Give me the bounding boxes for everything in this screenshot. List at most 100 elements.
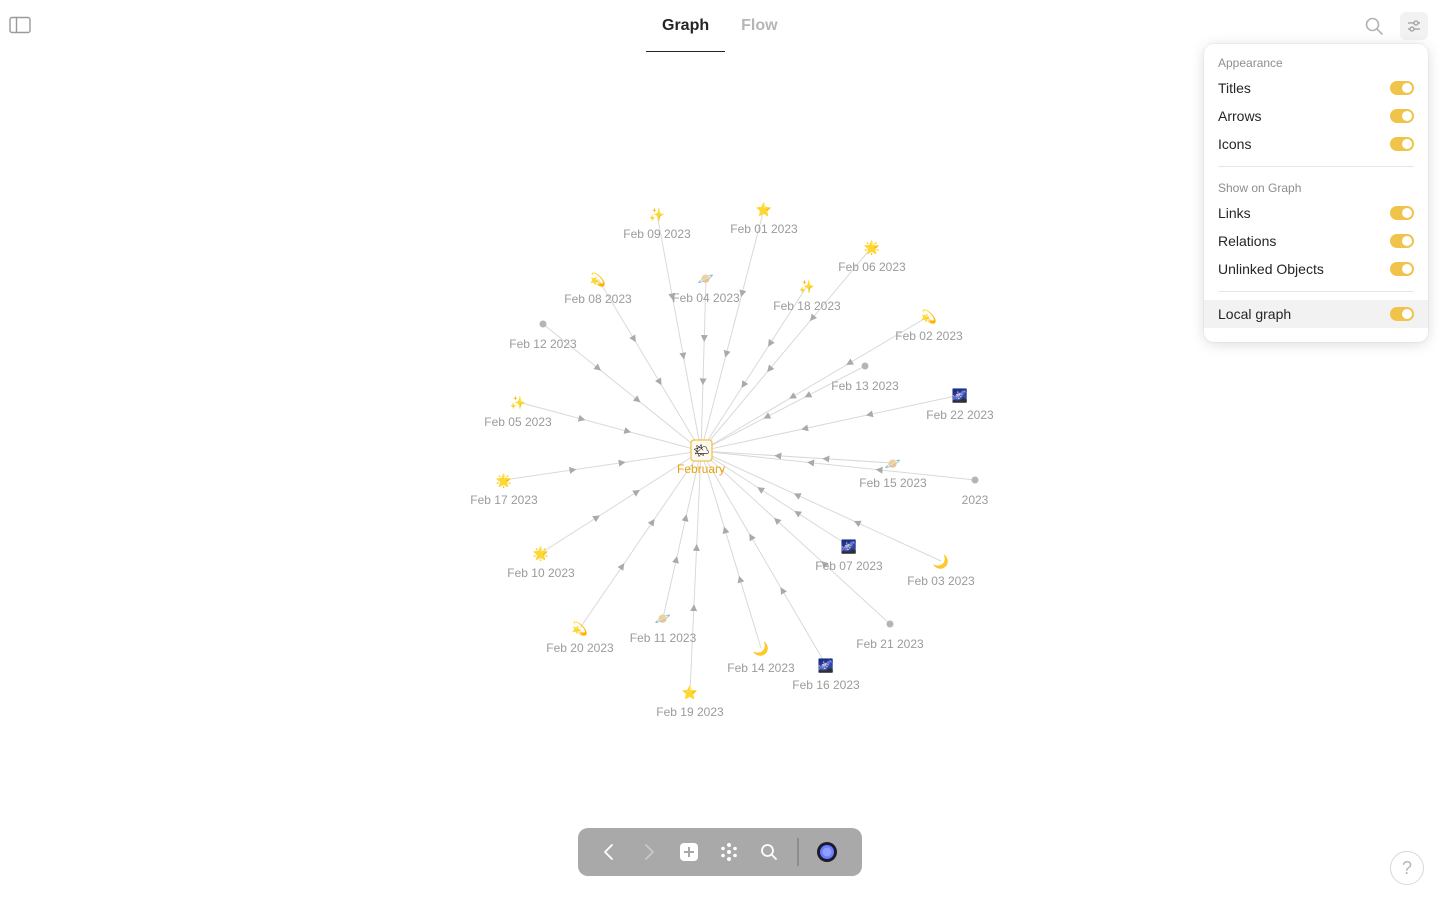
edge-arrow-icon: [807, 459, 815, 467]
night-sky-icon: 🌌: [818, 658, 834, 674]
help-label: ?: [1401, 857, 1412, 878]
edge-arrow-icon: [722, 526, 730, 535]
graph-node-label: Feb 05 2023: [484, 415, 552, 429]
ringed-planet-icon: 🪐: [885, 457, 902, 472]
edge-arrow-icon: [568, 466, 577, 474]
graph-view-button[interactable]: [709, 832, 749, 872]
graph-edge: [700, 450, 762, 649]
graph-edge: [700, 246, 873, 452]
edge-arrow-icon: [793, 493, 802, 500]
sparkles-icon: ✨: [649, 207, 665, 223]
relations-toggle-row[interactable]: Relations: [1204, 227, 1428, 255]
bottom-toolbar: [578, 828, 862, 876]
toolbar-search-button[interactable]: [749, 832, 789, 872]
edge-arrow-icon: [774, 517, 782, 526]
graph-node[interactable]: 🌟 Feb 06 2023: [838, 240, 906, 274]
graph-edge: [662, 450, 702, 619]
titles-label: Titles: [1218, 80, 1251, 96]
edge-arrow-icon: [681, 514, 689, 522]
links-toggle[interactable]: [1390, 206, 1414, 220]
edge-arrow-icon: [768, 338, 775, 347]
graph-node[interactable]: 💫 Feb 02 2023: [895, 309, 963, 343]
edge-arrow-icon: [804, 391, 813, 398]
local-graph-toggle[interactable]: [1390, 307, 1414, 321]
graph-edge: [700, 450, 976, 481]
edge-arrow-icon: [809, 313, 818, 322]
show-on-graph-section-title: Show on Graph: [1218, 181, 1302, 195]
center-node-label: February: [677, 462, 725, 476]
edge-arrow-icon: [593, 363, 602, 371]
edge-arrow-icon: [763, 412, 772, 419]
graph-node[interactable]: 🌌 Feb 07 2023: [815, 539, 883, 573]
graph-edge: [503, 450, 702, 481]
edge-arrow-icon: [592, 515, 600, 523]
unlinked-objects-toggle-row[interactable]: Unlinked Objects: [1204, 255, 1428, 283]
panel-divider: [1218, 291, 1414, 292]
icons-toggle[interactable]: [1390, 137, 1414, 151]
graph-node[interactable]: 💫 Feb 08 2023: [564, 272, 632, 306]
graph-node-label: Feb 13 2023: [831, 379, 899, 393]
profile-button[interactable]: [807, 832, 847, 872]
night-sky-icon: 🌌: [952, 388, 968, 404]
sparkles-icon: ✨: [510, 395, 526, 411]
edge-arrow-icon: [853, 520, 862, 528]
edge-arrow-icon: [789, 392, 797, 399]
graph-center-node[interactable]: 🌤 February: [677, 439, 725, 476]
graph-node[interactable]: ✨ Feb 09 2023: [623, 207, 691, 241]
titles-toggle-row[interactable]: Titles: [1204, 74, 1428, 102]
glowing-star-icon: 🌟: [864, 240, 880, 256]
graph-node[interactable]: ✨ Feb 05 2023: [484, 395, 552, 429]
dot-icon: [539, 320, 547, 328]
graph-node[interactable]: 💫 Feb 20 2023: [546, 621, 614, 655]
icons-label: Icons: [1218, 136, 1252, 152]
graph-node[interactable]: 🌌 Feb 22 2023: [926, 388, 994, 422]
graph-node[interactable]: 🌟 Feb 17 2023: [470, 473, 538, 507]
dizzy-icon: 💫: [921, 309, 937, 325]
graph-node[interactable]: 🪐 Feb 11 2023: [630, 612, 697, 645]
arrows-toggle-row[interactable]: Arrows: [1204, 102, 1428, 130]
graph-node[interactable]: Feb 21 2023: [856, 620, 924, 652]
graph-edge: [689, 450, 702, 693]
links-toggle-row[interactable]: Links: [1204, 199, 1428, 227]
help-button[interactable]: ?: [1390, 851, 1424, 885]
graph-node[interactable]: 2023: [962, 476, 989, 508]
graph-node-label: Feb 14 2023: [727, 661, 795, 675]
graph-node-label: Feb 22 2023: [926, 408, 994, 422]
forward-button[interactable]: [629, 832, 669, 872]
star-icon: ⭐: [756, 202, 772, 218]
relations-toggle[interactable]: [1390, 234, 1414, 248]
edge-arrow-icon: [737, 575, 745, 584]
arrows-toggle[interactable]: [1390, 109, 1414, 123]
sparkles-icon: ✨: [799, 279, 815, 295]
graph-node[interactable]: 🌙 Feb 03 2023: [907, 554, 975, 588]
graph-node[interactable]: 🌌 Feb 16 2023: [792, 658, 860, 692]
night-sky-icon: 🌌: [841, 539, 857, 555]
unlinked-objects-toggle[interactable]: [1390, 262, 1414, 276]
edge-arrow-icon: [865, 410, 874, 418]
graph-node-label: Feb 11 2023: [630, 631, 697, 645]
graph-node[interactable]: 🌙 Feb 14 2023: [727, 641, 795, 675]
edge-arrow-icon: [632, 395, 641, 403]
panel-divider: [1218, 166, 1414, 167]
relations-label: Relations: [1218, 233, 1277, 249]
titles-toggle[interactable]: [1390, 81, 1414, 95]
graph-node[interactable]: ⭐ Feb 01 2023: [730, 202, 798, 236]
back-button[interactable]: [589, 832, 629, 872]
plus-square-icon: [680, 843, 698, 861]
graph-node-label: Feb 17 2023: [470, 493, 538, 507]
edge-arrow-icon: [647, 518, 655, 527]
edge-arrow-icon: [794, 510, 803, 518]
local-graph-toggle-row[interactable]: Local graph: [1204, 300, 1428, 328]
graph-node[interactable]: 🌟 Feb 10 2023: [507, 546, 575, 580]
crescent-moon-icon: 🌙: [753, 641, 769, 657]
graph-node[interactable]: ⭐ Feb 19 2023: [656, 685, 724, 719]
glowing-star-icon: 🌟: [533, 546, 549, 562]
icons-toggle-row[interactable]: Icons: [1204, 130, 1428, 158]
graph-node-label: Feb 18 2023: [773, 299, 841, 313]
create-object-button[interactable]: [669, 832, 709, 872]
graph-node-label: Feb 12 2023: [509, 337, 577, 351]
graph-node-label: Feb 08 2023: [564, 292, 632, 306]
edge-arrow-icon: [739, 289, 747, 298]
graph-node[interactable]: Feb 12 2023: [509, 320, 577, 352]
graph-node-label: Feb 10 2023: [507, 566, 575, 580]
